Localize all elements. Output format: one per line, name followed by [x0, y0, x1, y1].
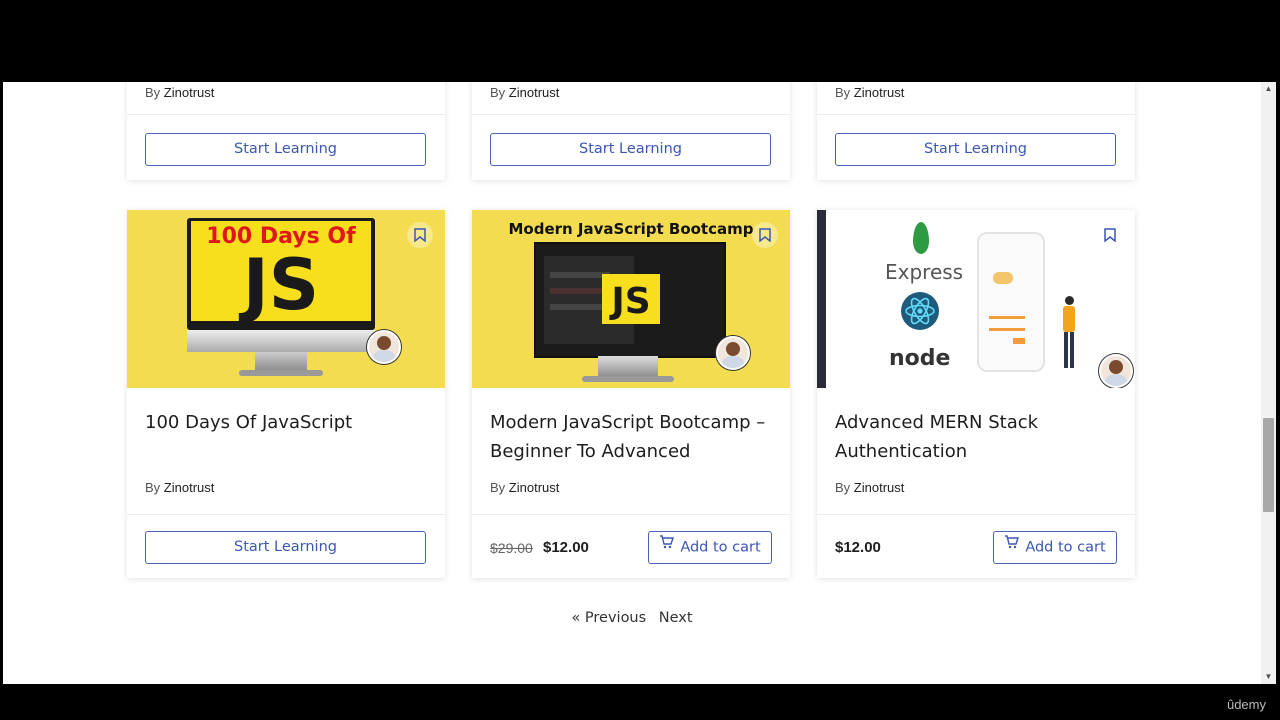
author-name: Zinotrust — [508, 85, 560, 100]
bookmark-icon — [1104, 228, 1116, 242]
course-card-top-3: By Zinotrust Start Learning — [817, 82, 1135, 180]
start-learning-button[interactable]: Start Learning — [490, 133, 771, 166]
card-divider — [472, 514, 790, 515]
course-byline: By Zinotrust — [490, 85, 560, 100]
monitor-stand — [598, 356, 658, 378]
thumb-headline: Modern JavaScript Bootcamp — [508, 220, 754, 238]
course-thumbnail[interactable]: 100 Days Of JS — [127, 210, 445, 388]
add-to-cart-label: Add to cart — [1025, 539, 1106, 556]
scrollbar-thumb[interactable] — [1263, 418, 1274, 512]
instructor-avatar — [716, 336, 750, 370]
course-card-mern-auth[interactable]: Express node Advanced MERN Stack Authent… — [817, 210, 1135, 578]
node-logo: node — [889, 346, 951, 371]
scroll-down-arrow-icon[interactable]: ▼ — [1261, 670, 1276, 684]
start-learning-button[interactable]: Start Learning — [835, 133, 1116, 166]
author-name: Zinotrust — [163, 480, 215, 495]
course-byline: By Zinotrust — [145, 480, 215, 495]
thumb-js-text: JS — [242, 244, 320, 326]
sale-price: $12.00 — [543, 539, 589, 556]
course-grid-page: By Zinotrust Start Learning By Zinotrust… — [3, 82, 1261, 684]
add-to-cart-button[interactable]: Add to cart — [993, 531, 1117, 564]
mongodb-leaf-icon — [913, 222, 929, 254]
react-logo-icon — [901, 292, 939, 330]
original-price: $29.00 — [490, 540, 533, 556]
course-thumbnail[interactable]: Express node — [817, 210, 1135, 388]
bookmark-button[interactable] — [407, 222, 433, 248]
course-card-top-2: By Zinotrust Start Learning — [472, 82, 790, 180]
course-byline: By Zinotrust — [490, 480, 560, 495]
course-thumbnail[interactable]: Modern JavaScript Bootcamp JS — [472, 210, 790, 388]
start-learning-button[interactable]: Start Learning — [145, 531, 426, 564]
phone-illustration — [977, 232, 1045, 372]
course-title[interactable]: 100 Days Of JavaScript — [145, 408, 430, 437]
start-learning-button[interactable]: Start Learning — [145, 133, 426, 166]
course-byline: By Zinotrust — [145, 85, 215, 100]
sale-price: $12.00 — [835, 539, 881, 556]
person-illustration — [1061, 296, 1077, 368]
instructor-avatar — [367, 330, 401, 364]
udemy-watermark: ûdemy — [1226, 697, 1266, 712]
monitor-bezel — [187, 330, 375, 352]
vertical-scrollbar[interactable]: ▲ ▼ — [1261, 82, 1276, 684]
card-divider — [817, 514, 1135, 515]
monitor-base — [239, 370, 323, 376]
author-name: Zinotrust — [853, 480, 905, 495]
course-card-100-days-js[interactable]: 100 Days Of JS 100 Days Of JavaScript By… — [127, 210, 445, 578]
course-byline: By Zinotrust — [835, 480, 905, 495]
cart-icon — [1004, 530, 1020, 561]
add-to-cart-label: Add to cart — [680, 539, 761, 556]
card-divider — [127, 114, 445, 115]
card-divider — [817, 114, 1135, 115]
js-badge: JS — [602, 274, 660, 324]
bookmark-icon — [414, 228, 426, 242]
author-name: Zinotrust — [508, 480, 560, 495]
monitor-stand — [255, 352, 307, 372]
course-byline: By Zinotrust — [835, 85, 905, 100]
monitor-base — [582, 376, 674, 382]
card-divider — [472, 114, 790, 115]
course-title[interactable]: Advanced MERN Stack Authentication — [835, 408, 1120, 466]
course-card-modern-js-bootcamp[interactable]: Modern JavaScript Bootcamp JS Modern Jav… — [472, 210, 790, 578]
next-page-link[interactable]: Next — [659, 610, 693, 626]
card-divider — [127, 514, 445, 515]
course-card-top-1: By Zinotrust Start Learning — [127, 82, 445, 180]
bookmark-icon — [759, 228, 771, 242]
express-logo: Express — [885, 260, 964, 284]
previous-page-link[interactable]: « Previous — [571, 610, 646, 626]
author-name: Zinotrust — [163, 85, 215, 100]
bookmark-button[interactable] — [1097, 222, 1123, 248]
thumb-left-stripe — [817, 210, 826, 388]
cart-icon — [659, 530, 675, 561]
bookmark-button[interactable] — [752, 222, 778, 248]
instructor-avatar — [1099, 354, 1133, 388]
pagination: « Previous Next — [3, 610, 1261, 626]
add-to-cart-button[interactable]: Add to cart — [648, 531, 772, 564]
scroll-up-arrow-icon[interactable]: ▲ — [1261, 82, 1276, 96]
author-name: Zinotrust — [853, 85, 905, 100]
course-title[interactable]: Modern JavaScript Bootcamp – Beginner To… — [490, 408, 775, 466]
